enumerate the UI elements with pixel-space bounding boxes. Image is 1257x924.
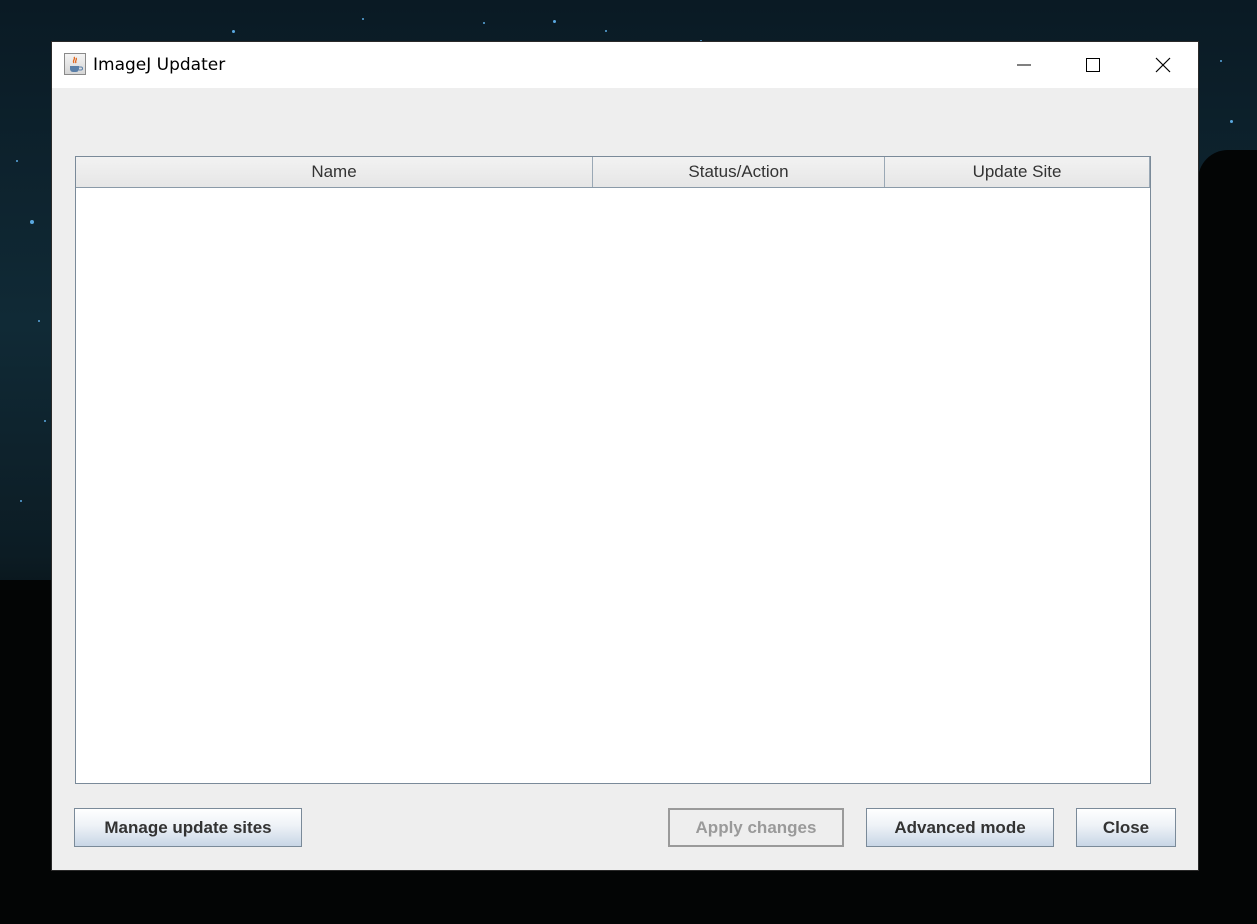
minimize-icon: [1017, 64, 1031, 66]
star: [605, 30, 607, 32]
window-title: ImageJ Updater: [93, 55, 226, 75]
maximize-button[interactable]: [1058, 42, 1128, 88]
column-header-update-site[interactable]: Update Site: [885, 157, 1150, 187]
star: [16, 160, 18, 162]
column-header-name[interactable]: Name: [76, 157, 593, 187]
column-header-status-action[interactable]: Status/Action: [593, 157, 885, 187]
manage-update-sites-button[interactable]: Manage update sites: [74, 808, 302, 847]
star: [44, 420, 46, 422]
star: [1230, 120, 1233, 123]
close-button[interactable]: [1128, 42, 1198, 88]
star: [362, 18, 364, 20]
star: [1220, 60, 1222, 62]
java-cup-icon: [64, 53, 86, 75]
files-table[interactable]: Name Status/Action Update Site: [75, 156, 1151, 784]
title-bar[interactable]: ImageJ Updater: [52, 42, 1198, 88]
minimize-button[interactable]: [989, 42, 1059, 88]
table-header: Name Status/Action Update Site: [76, 157, 1150, 188]
close-dialog-button[interactable]: Close: [1076, 808, 1176, 847]
star: [30, 220, 34, 224]
ground: [0, 870, 1257, 924]
maximize-icon: [1086, 58, 1100, 72]
star: [483, 22, 485, 24]
apply-changes-button[interactable]: Apply changes: [668, 808, 844, 847]
star: [38, 320, 40, 322]
imagej-updater-window: ImageJ Updater Name Status/Action Update…: [52, 42, 1198, 870]
advanced-mode-button[interactable]: Advanced mode: [866, 808, 1054, 847]
star: [232, 30, 235, 33]
close-icon: [1155, 57, 1171, 73]
star: [553, 20, 556, 23]
star: [20, 500, 22, 502]
tree-silhouette-right: [1198, 150, 1257, 924]
